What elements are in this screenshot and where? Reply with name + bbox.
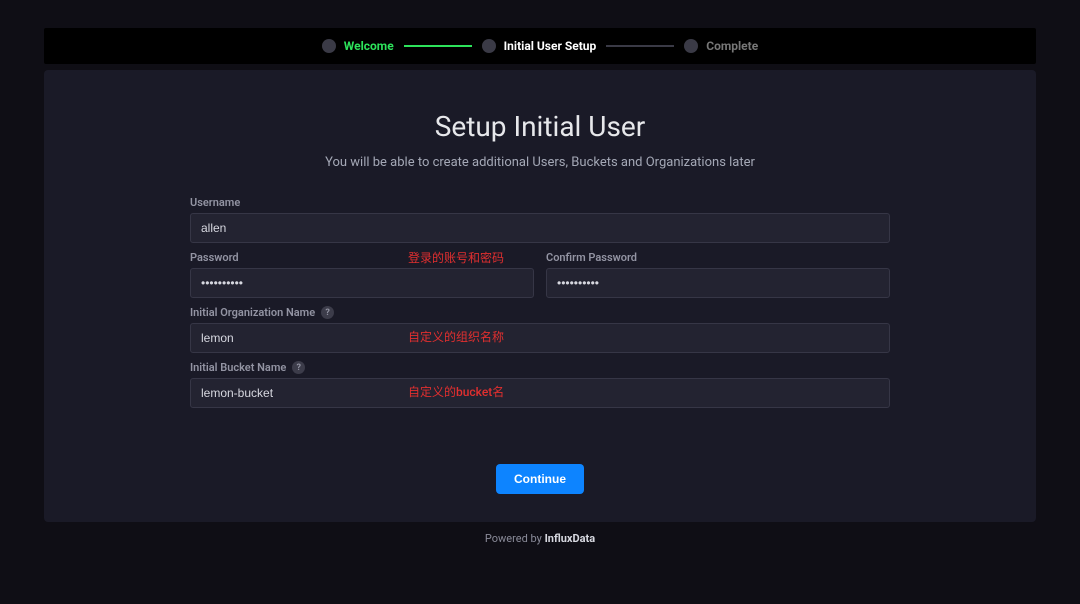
setup-form: Username Password Confirm Password 登录的账号… <box>190 196 890 494</box>
stepper-bar: Welcome Initial User Setup Complete <box>44 28 1036 64</box>
page-title: Setup Initial User <box>44 110 1036 143</box>
org-label: Initial Organization Name ? <box>190 306 890 319</box>
step-complete: Complete <box>684 39 758 53</box>
step-circle-icon <box>684 39 698 53</box>
step-connector <box>606 45 674 47</box>
bucket-label: Initial Bucket Name ? <box>190 361 890 374</box>
bucket-input[interactable] <box>190 378 890 408</box>
footer-brand: InfluxData <box>545 532 596 545</box>
username-input[interactable] <box>190 213 890 243</box>
step-initial-user-setup: Initial User Setup <box>482 39 597 53</box>
help-icon[interactable]: ? <box>321 306 334 319</box>
confirm-password-input[interactable] <box>546 268 890 298</box>
bucket-label-text: Initial Bucket Name <box>190 361 286 374</box>
page-subtitle: You will be able to create additional Us… <box>44 155 1036 170</box>
step-welcome: Welcome <box>322 39 394 53</box>
step-label: Welcome <box>344 39 394 53</box>
org-label-text: Initial Organization Name <box>190 306 315 319</box>
password-input[interactable] <box>190 268 534 298</box>
password-label: Password <box>190 251 534 264</box>
footer-prefix: Powered by <box>485 532 545 545</box>
step-label: Complete <box>706 39 758 53</box>
step-circle-icon <box>322 39 336 53</box>
step-connector <box>404 45 472 47</box>
step-label: Initial User Setup <box>504 39 597 53</box>
setup-panel: Setup Initial User You will be able to c… <box>44 70 1036 522</box>
org-input[interactable] <box>190 323 890 353</box>
continue-button[interactable]: Continue <box>496 464 584 494</box>
step-circle-icon <box>482 39 496 53</box>
help-icon[interactable]: ? <box>292 361 305 374</box>
footer: Powered by InfluxData <box>0 532 1080 545</box>
confirm-password-label: Confirm Password <box>546 251 890 264</box>
username-label: Username <box>190 196 890 209</box>
